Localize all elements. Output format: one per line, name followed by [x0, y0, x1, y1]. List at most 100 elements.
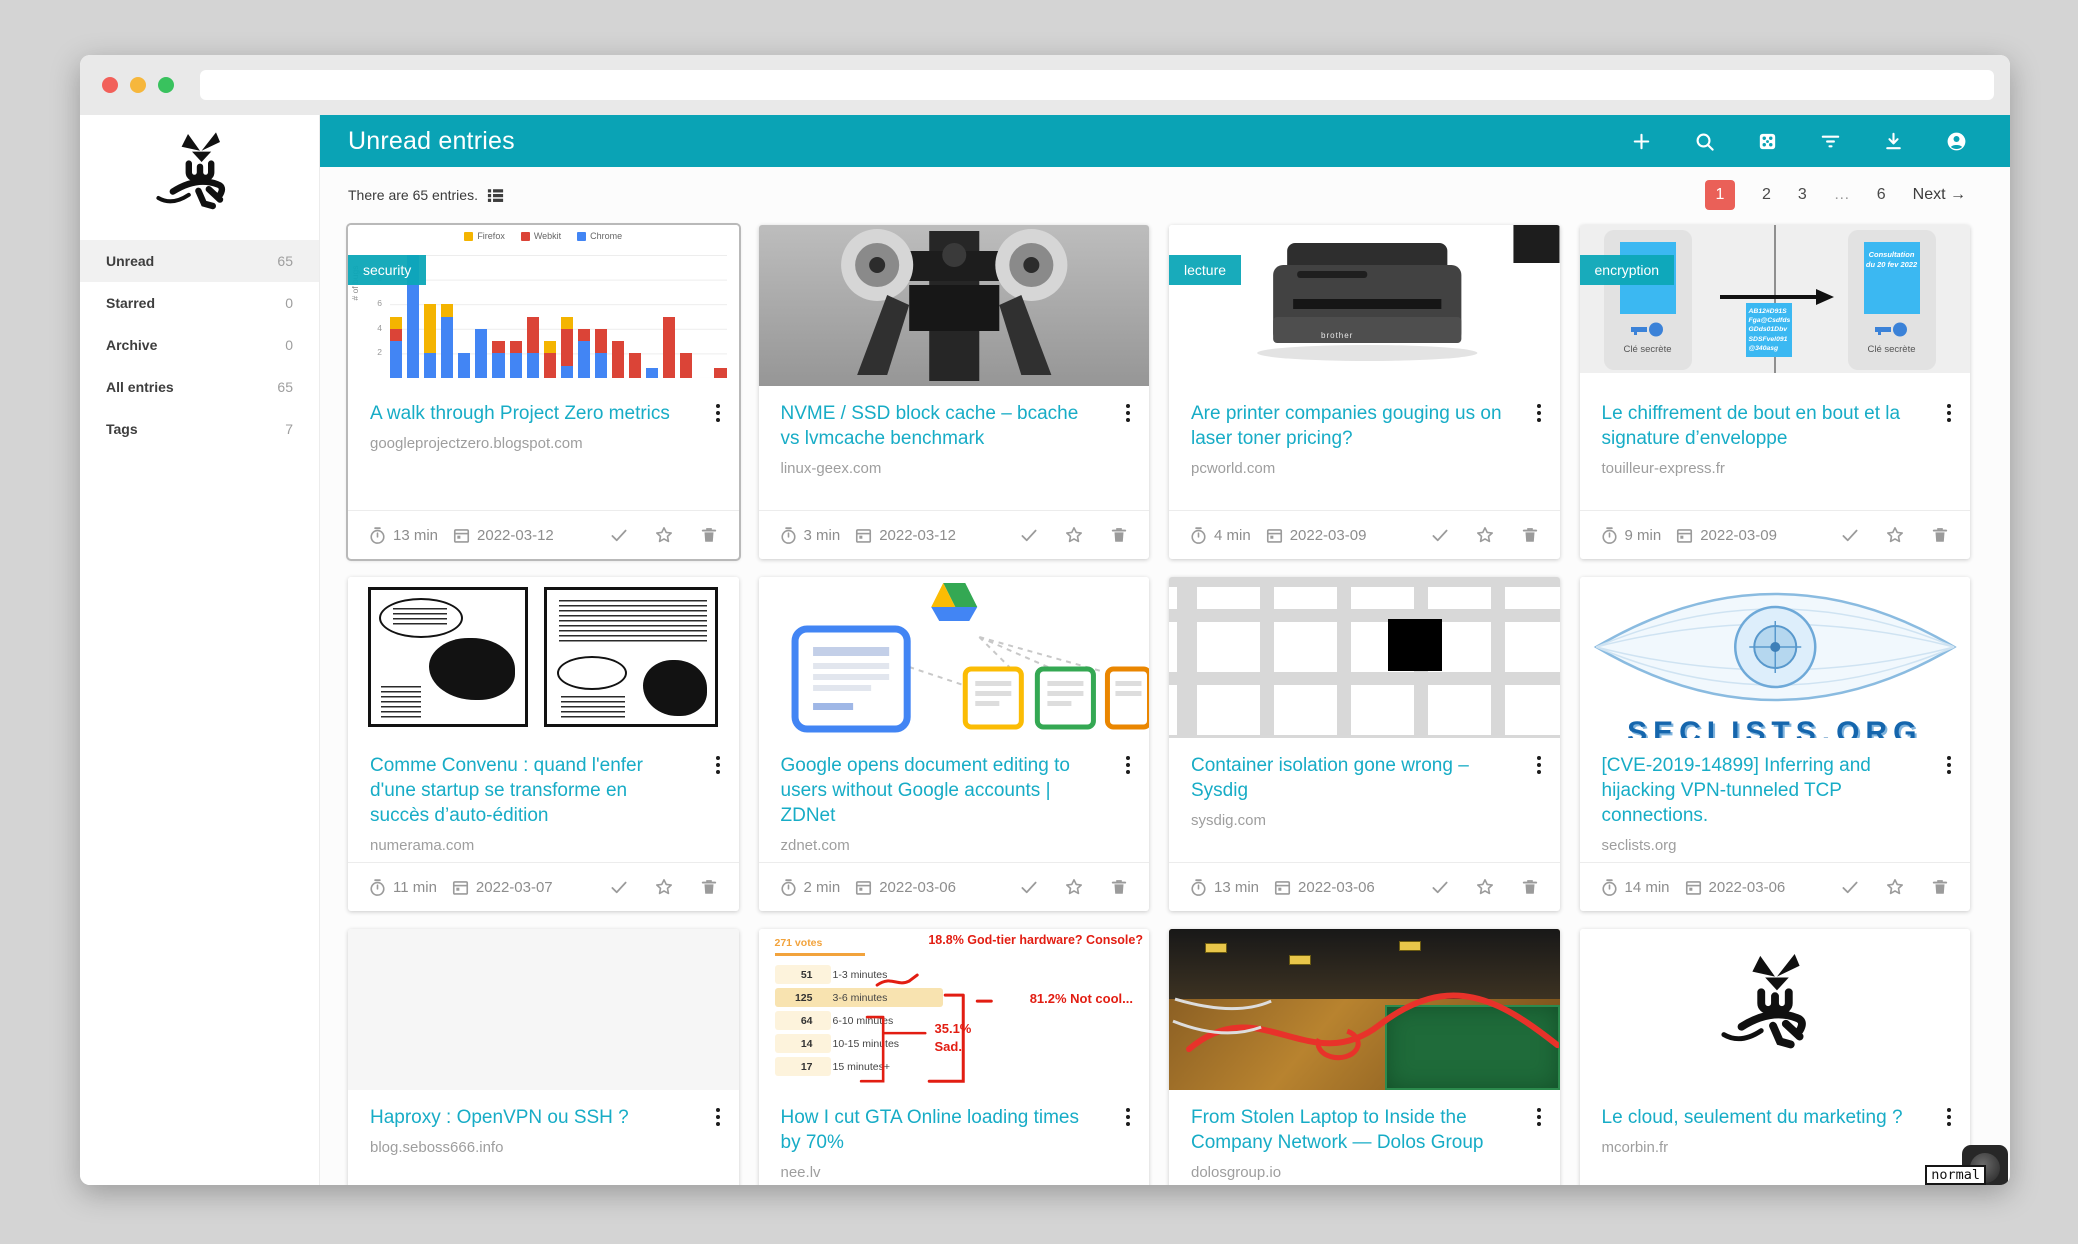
mark-read-icon[interactable]: [609, 877, 629, 897]
star-icon[interactable]: [1475, 525, 1495, 545]
mark-read-icon[interactable]: [1840, 877, 1860, 897]
star-icon[interactable]: [1885, 877, 1905, 897]
account-icon[interactable]: [1945, 130, 1968, 153]
page-button-1[interactable]: 1: [1705, 180, 1735, 210]
header-actions: [1630, 130, 1982, 153]
kebab-menu-icon[interactable]: [714, 1106, 722, 1128]
kebab-menu-icon[interactable]: [1124, 754, 1132, 776]
entry-title-link[interactable]: Le cloud, seulement du marketing ?: [1602, 1105, 1949, 1130]
thumbnail-wireframe-eye[interactable]: SECLISTS.ORG: [1580, 577, 1971, 738]
minimize-window-button[interactable]: [130, 77, 146, 93]
sidebar-item-starred[interactable]: Starred0: [80, 282, 319, 324]
delete-icon[interactable]: [1930, 525, 1950, 545]
entry-card: brother lecture Are printer companies go…: [1169, 225, 1560, 559]
sidebar-item-archive[interactable]: Archive0: [80, 324, 319, 366]
star-icon[interactable]: [654, 525, 674, 545]
reading-time-icon: [1189, 526, 1208, 545]
list-view-icon[interactable]: [486, 186, 505, 205]
tag-badge[interactable]: security: [348, 255, 426, 285]
tag-badge[interactable]: encryption: [1580, 255, 1675, 285]
star-icon[interactable]: [1064, 525, 1084, 545]
kebab-menu-icon[interactable]: [1945, 754, 1953, 776]
add-entry-icon[interactable]: [1630, 130, 1653, 153]
delete-icon[interactable]: [1109, 877, 1129, 897]
printer-brand-label: brother: [1321, 331, 1353, 340]
mark-read-icon[interactable]: [1430, 525, 1450, 545]
star-icon[interactable]: [654, 877, 674, 897]
close-window-button[interactable]: [102, 77, 118, 93]
thumbnail-container-grid[interactable]: [1169, 577, 1560, 738]
reading-time-icon: [1189, 878, 1208, 897]
sidebar-item-tags[interactable]: Tags7: [80, 408, 319, 450]
entry-title-link[interactable]: Comme Convenu : quand l'enfer d'une star…: [370, 753, 717, 828]
mark-read-icon[interactable]: [1019, 525, 1039, 545]
entry-title-link[interactable]: Haproxy : OpenVPN ou SSH ?: [370, 1105, 717, 1130]
entry-title-link[interactable]: NVME / SSD block cache – bcache vs lvmca…: [781, 401, 1128, 451]
entry-title-link[interactable]: Google opens document editing to users w…: [781, 753, 1128, 828]
kebab-menu-icon[interactable]: [1535, 1106, 1543, 1128]
date-icon: [1273, 878, 1292, 897]
entry-title-link[interactable]: [CVE-2019-14899] Inferring and hijacking…: [1602, 753, 1949, 828]
star-icon[interactable]: [1885, 525, 1905, 545]
mark-read-icon[interactable]: [609, 525, 629, 545]
filter-icon[interactable]: [1819, 130, 1842, 153]
kebab-menu-icon[interactable]: [1535, 754, 1543, 776]
thumbnail-blank[interactable]: [348, 929, 739, 1090]
delete-icon[interactable]: [699, 525, 719, 545]
address-bar[interactable]: [200, 70, 1994, 100]
star-icon[interactable]: [1475, 877, 1495, 897]
delete-icon[interactable]: [1930, 877, 1950, 897]
kebab-menu-icon[interactable]: [1945, 402, 1953, 424]
entry-card: Container isolation gone wrong – Sysdig …: [1169, 577, 1560, 911]
entry-title-link[interactable]: Container isolation gone wrong – Sysdig: [1191, 753, 1538, 803]
thumbnail-electronics-photo[interactable]: [1169, 929, 1560, 1090]
entry-title-link[interactable]: Are printer companies gouging us on lase…: [1191, 401, 1538, 451]
delete-icon[interactable]: [1109, 525, 1129, 545]
thumbnail-encryption-diagram[interactable]: Clé secrète AB12#D91S Fga@Csdfds GDds01D…: [1580, 225, 1971, 386]
date-icon: [854, 878, 873, 897]
delete-icon[interactable]: [1520, 877, 1540, 897]
page-button-3[interactable]: 3: [1798, 186, 1807, 204]
delete-icon[interactable]: [699, 877, 719, 897]
star-icon[interactable]: [1064, 877, 1084, 897]
entry-domain: sysdig.com: [1191, 812, 1538, 829]
maximize-window-button[interactable]: [158, 77, 174, 93]
mark-read-icon[interactable]: [1430, 877, 1450, 897]
random-entry-icon[interactable]: [1756, 130, 1779, 153]
thumbnail-ssd-robot-photo[interactable]: [759, 225, 1150, 386]
tag-badge[interactable]: lecture: [1169, 255, 1241, 285]
thumbnail-gta-poll[interactable]: 271 votes 511-3 minutes1253-6 minutes646…: [759, 929, 1150, 1090]
page-title: Unread entries: [348, 127, 1630, 156]
kebab-menu-icon[interactable]: [1535, 402, 1543, 424]
entry-card: Google opens document editing to users w…: [759, 577, 1150, 911]
entry-title-link[interactable]: From Stolen Laptop to Inside the Company…: [1191, 1105, 1538, 1155]
thumbnail-wallabag-logo[interactable]: [1580, 929, 1971, 1090]
entry-title-link[interactable]: How I cut GTA Online loading times by 70…: [781, 1105, 1128, 1155]
next-page-button[interactable]: Next →: [1913, 186, 1966, 204]
kebab-menu-icon[interactable]: [714, 754, 722, 776]
mark-read-icon[interactable]: [1840, 525, 1860, 545]
entry-title-link[interactable]: A walk through Project Zero metrics: [370, 401, 717, 426]
entry-title-link[interactable]: Le chiffrement de bout en bout et la sig…: [1602, 401, 1949, 451]
date-icon: [1684, 878, 1703, 897]
sidebar-item-all-entries[interactable]: All entries65: [80, 366, 319, 408]
kebab-menu-icon[interactable]: [1124, 402, 1132, 424]
mark-read-icon[interactable]: [1019, 877, 1039, 897]
entry-domain: touilleur-express.fr: [1602, 460, 1949, 477]
kebab-menu-icon[interactable]: [1945, 1106, 1953, 1128]
search-icon[interactable]: [1693, 130, 1716, 153]
kebab-menu-icon[interactable]: [1124, 1106, 1132, 1128]
export-download-icon[interactable]: [1882, 130, 1905, 153]
thumbnail-printer-photo[interactable]: brother lecture: [1169, 225, 1560, 386]
page-button-2[interactable]: 2: [1762, 186, 1771, 204]
thumbnail-comic[interactable]: [348, 577, 739, 738]
wallabag-logo[interactable]: [80, 115, 319, 240]
thumbnail-bugs-bar-chart[interactable]: FirefoxWebkitChrome # of bugs 8 6 4 2 se…: [348, 225, 739, 386]
kebab-menu-icon[interactable]: [714, 402, 722, 424]
reading-time-icon: [368, 526, 387, 545]
delete-icon[interactable]: [1520, 525, 1540, 545]
entry-domain: dolosgroup.io: [1191, 1164, 1538, 1181]
sidebar-item-unread[interactable]: Unread65: [80, 240, 319, 282]
page-button-6[interactable]: 6: [1877, 186, 1886, 204]
thumbnail-google-docs[interactable]: [759, 577, 1150, 738]
